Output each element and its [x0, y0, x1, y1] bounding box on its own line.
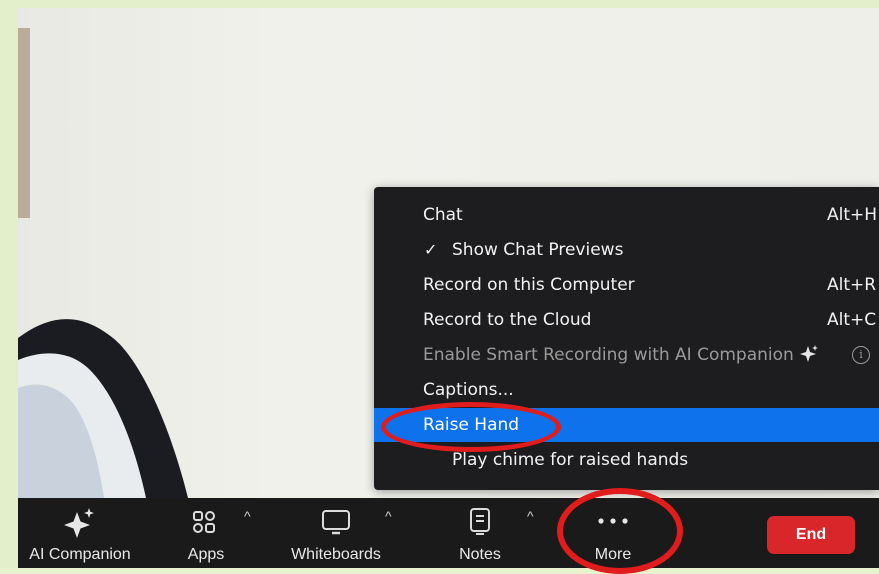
menu-item-shortcut: Alt+H — [827, 205, 878, 225]
menu-item-shortcut: Alt+C — [827, 310, 877, 330]
notes-label: Notes — [459, 546, 501, 563]
whiteboards-button[interactable]: Whiteboards — [280, 498, 392, 568]
notes-caret-icon[interactable]: ^ — [527, 508, 534, 524]
raise-hand-annotation-circle — [381, 402, 561, 452]
menu-item-label: Captions... — [423, 380, 514, 400]
ai-companion-button[interactable]: AI Companion — [18, 498, 142, 568]
menu-item-label: Record on this Computer — [423, 275, 635, 295]
apps-caret-icon[interactable]: ^ — [244, 508, 251, 524]
whiteboards-caret-icon[interactable]: ^ — [385, 508, 392, 524]
more-annotation-circle — [557, 488, 683, 574]
menu-item-label: Record to the Cloud — [423, 310, 592, 330]
notes-button[interactable]: Notes — [442, 498, 518, 568]
top-border — [0, 0, 879, 8]
notes-icon — [470, 508, 490, 535]
screenshot-frame: Chat Alt+H ✓ Show Chat Previews Record o… — [0, 0, 879, 574]
menu-item-record-on-computer[interactable]: Record on this Computer Alt+R — [374, 268, 879, 302]
apps-icon — [193, 511, 215, 533]
menu-item-record-to-cloud[interactable]: Record to the Cloud Alt+C — [374, 303, 879, 337]
menu-item-label: Chat — [423, 205, 463, 225]
menu-item-shortcut: Alt+R — [827, 275, 877, 295]
apps-label: Apps — [187, 546, 225, 563]
menu-item-label: Show Chat Previews — [452, 240, 624, 260]
menu-item-smart-recording: Enable Smart Recording with AI Companion… — [374, 338, 879, 372]
info-icon[interactable]: i — [852, 346, 870, 364]
ai-companion-label: AI Companion — [29, 546, 131, 563]
whiteboards-label: Whiteboards — [291, 546, 381, 563]
participant-silhouette — [18, 319, 188, 498]
whiteboard-icon — [322, 510, 350, 535]
menu-item-show-chat-previews[interactable]: ✓ Show Chat Previews — [374, 233, 879, 267]
ai-sparkle-icon — [800, 345, 818, 362]
checkmark-icon: ✓ — [424, 240, 438, 259]
menu-item-label: Enable Smart Recording with AI Companion — [423, 345, 794, 365]
sparkle-icon — [64, 508, 94, 538]
meeting-toolbar: AI Companion Apps ^ Whiteboards ^ Notes … — [18, 498, 879, 568]
end-meeting-button[interactable]: End — [767, 516, 855, 554]
menu-item-label: Play chime for raised hands — [452, 450, 689, 470]
apps-button[interactable]: Apps — [168, 498, 244, 568]
menu-item-chat[interactable]: Chat Alt+H — [374, 198, 879, 232]
left-border — [0, 0, 18, 568]
